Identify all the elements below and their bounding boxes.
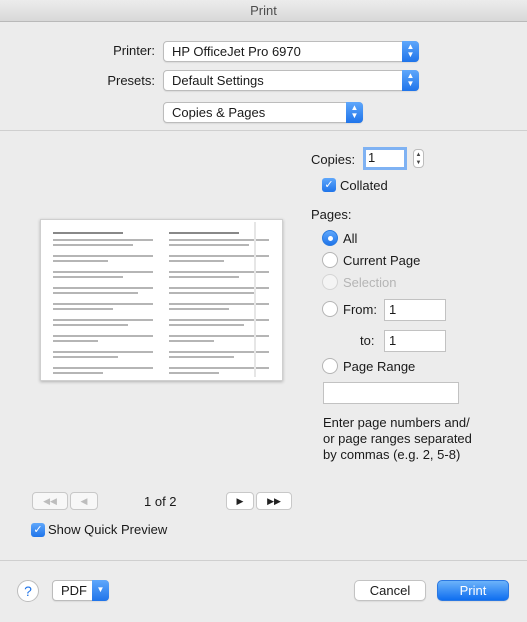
next-page-button[interactable]: ▶: [226, 492, 254, 510]
bottom-divider: [0, 560, 527, 561]
collated-label: Collated: [340, 178, 388, 193]
presets-label: Presets:: [107, 73, 155, 88]
section-value: Copies & Pages: [172, 105, 266, 120]
copies-input[interactable]: 1: [363, 147, 407, 170]
pdf-menu-button[interactable]: PDF ▼: [52, 580, 109, 601]
copies-label: Copies:: [311, 152, 356, 167]
collated-checkbox[interactable]: ✓: [322, 178, 336, 192]
pages-selection-radio: [322, 274, 338, 290]
cancel-button[interactable]: Cancel: [354, 580, 426, 601]
pdf-label: PDF: [61, 583, 87, 598]
pages-range-radio[interactable]: [322, 358, 338, 374]
pages-range-hint-line1: Enter page numbers and/: [323, 415, 470, 430]
prev-page-button[interactable]: ◀: [70, 492, 98, 510]
print-button[interactable]: Print: [437, 580, 509, 601]
printer-popup[interactable]: HP OfficeJet Pro 6970 ▲ ▼: [163, 41, 419, 62]
top-divider: [0, 130, 527, 131]
last-page-button[interactable]: ▶▶: [256, 492, 292, 510]
pages-range-hint-line2: or page ranges separated: [323, 431, 472, 446]
copies-stepper[interactable]: ▲ ▼: [413, 149, 424, 168]
show-quick-preview-label: Show Quick Preview: [48, 522, 168, 537]
presets-value: Default Settings: [172, 73, 264, 88]
pages-selection-label: Selection: [343, 275, 397, 290]
section-popup[interactable]: Copies & Pages ▲ ▼: [163, 102, 363, 123]
pages-label: Pages:: [311, 207, 352, 222]
pages-range-hint-line3: by commas (e.g. 2, 5-8): [323, 447, 461, 462]
popup-arrows-icon: ▲ ▼: [346, 102, 363, 123]
preview-left-page: [53, 232, 153, 377]
pages-to-input[interactable]: 1: [384, 330, 446, 352]
pages-current-radio[interactable]: [322, 252, 338, 268]
pages-range-label: Page Range: [343, 359, 416, 374]
printer-label: Printer:: [113, 43, 155, 58]
first-page-button[interactable]: ◀◀: [32, 492, 68, 510]
pages-all-label: All: [343, 231, 358, 246]
printer-value: HP OfficeJet Pro 6970: [172, 44, 301, 59]
pages-from-input[interactable]: 1: [384, 299, 446, 321]
pages-all-radio[interactable]: [322, 230, 338, 246]
pages-range-input[interactable]: [323, 382, 459, 404]
show-quick-preview-checkbox[interactable]: ✓: [31, 523, 45, 537]
pages-current-label: Current Page: [343, 253, 421, 268]
pages-from-radio[interactable]: [322, 301, 338, 317]
page-preview: [40, 219, 283, 381]
popup-arrows-icon: ▲ ▼: [402, 41, 419, 62]
presets-popup[interactable]: Default Settings ▲ ▼: [163, 70, 419, 91]
window-title: Print: [0, 0, 527, 22]
popup-arrows-icon: ▲ ▼: [402, 70, 419, 91]
pages-from-label: From:: [343, 302, 377, 317]
help-button[interactable]: ?: [17, 580, 39, 602]
page-indicator: 1 of 2: [144, 494, 177, 509]
preview-fold-shadow: [254, 222, 256, 377]
pages-to-label: to:: [360, 333, 375, 348]
chevron-down-icon: ▼: [92, 580, 109, 601]
